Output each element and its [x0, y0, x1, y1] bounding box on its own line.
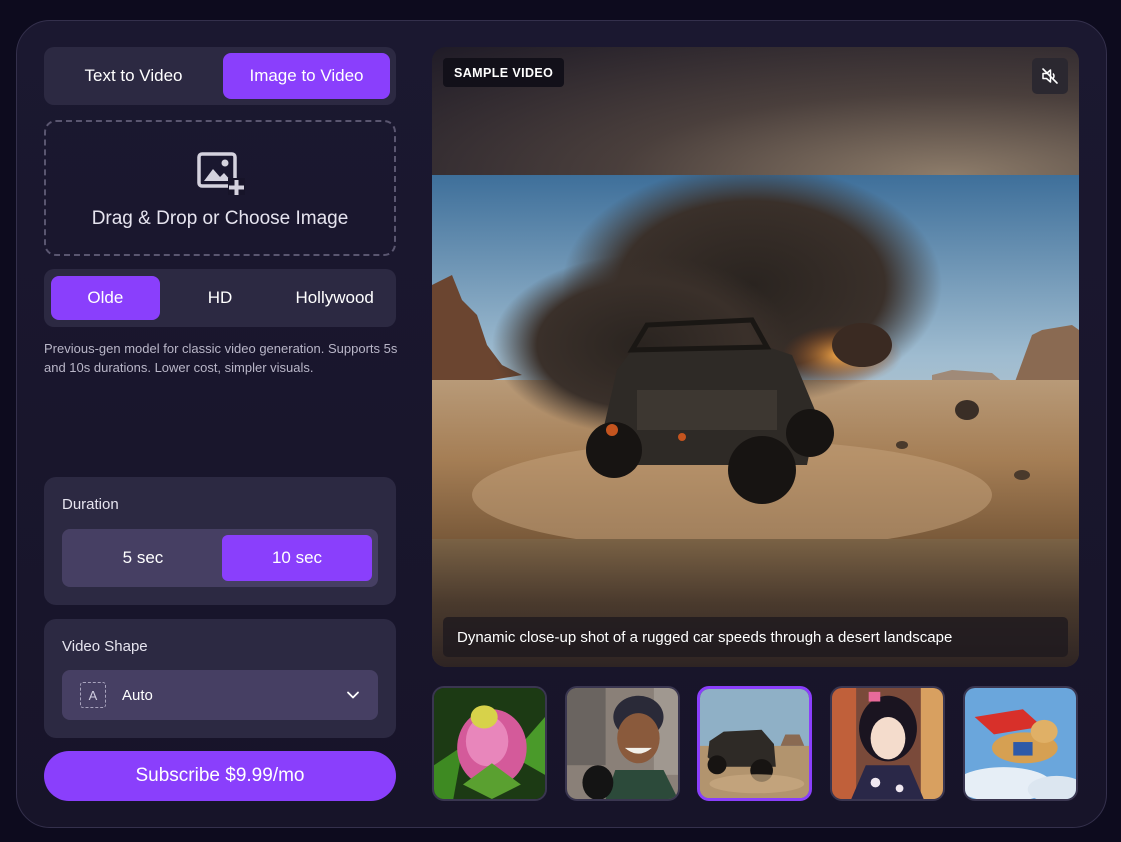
image-dropzone[interactable]: Drag & Drop or Choose Image: [44, 120, 396, 256]
sample-thumbnails: [432, 685, 1079, 803]
model-tab-hollywood[interactable]: Hollywood: [280, 276, 389, 320]
video-shape-value: Auto: [122, 686, 153, 704]
tab-text-to-video[interactable]: Text to Video: [50, 53, 217, 99]
aspect-auto-icon: A: [80, 682, 106, 708]
chevron-down-icon: [347, 691, 359, 699]
thumbnail-anime-girl[interactable]: [830, 686, 945, 801]
duration-10-sec-button[interactable]: 10 sec: [222, 535, 372, 581]
mute-button[interactable]: [1032, 58, 1068, 94]
desert-car-scene-image: [432, 175, 1079, 539]
tab-image-to-video[interactable]: Image to Video: [223, 53, 390, 99]
duration-title: Duration: [62, 496, 119, 513]
thumbnail-flower[interactable]: [432, 686, 547, 801]
model-description: Previous-gen model for classic video gen…: [44, 341, 398, 375]
thumbnail-flying-dog[interactable]: [963, 686, 1078, 801]
flying-dog-image: [965, 688, 1076, 799]
duration-panel: Duration 5 sec 10 sec: [44, 477, 396, 605]
image-add-icon: [197, 152, 245, 195]
thumbnail-desert-car[interactable]: [697, 686, 812, 801]
video-shape-title: Video Shape: [62, 638, 148, 655]
flower-bud-image: [434, 688, 545, 799]
anime-girl-image: [832, 688, 943, 799]
video-shape-panel: Video Shape A Auto: [44, 619, 396, 738]
desert-car-image: [700, 689, 809, 798]
video-shape-select[interactable]: A Auto: [62, 670, 378, 720]
video-preview[interactable]: SAMPLE VIDEO Dynamic close-up shot of a …: [432, 47, 1079, 667]
model-tabs: Olde HD Hollywood: [44, 269, 396, 327]
mode-tabs: Text to Video Image to Video: [44, 47, 396, 105]
duration-5-sec-button[interactable]: 5 sec: [68, 535, 218, 581]
dropzone-label: Drag & Drop or Choose Image: [91, 208, 349, 229]
volume-mute-icon: [1042, 68, 1058, 84]
duration-toggle: 5 sec 10 sec: [62, 529, 378, 587]
thumbnail-woman[interactable]: [565, 686, 680, 801]
sample-video-badge: SAMPLE VIDEO: [443, 58, 565, 87]
model-tab-olde[interactable]: Olde: [51, 276, 160, 320]
smiling-woman-image: [567, 688, 678, 799]
video-caption: Dynamic close-up shot of a rugged car sp…: [443, 617, 1068, 657]
model-tab-hd[interactable]: HD: [166, 276, 275, 320]
subscribe-button[interactable]: Subscribe $9.99/mo: [44, 751, 396, 801]
